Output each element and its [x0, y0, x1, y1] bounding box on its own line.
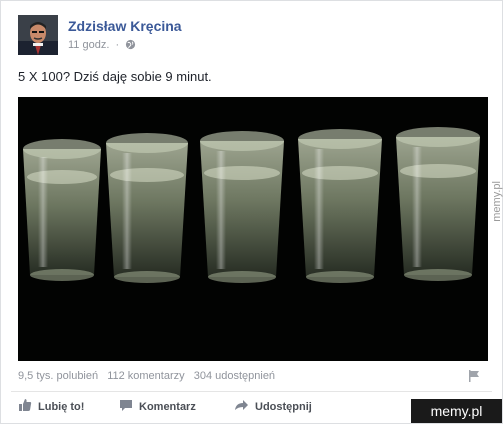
- comment-label: Komentarz: [139, 400, 196, 413]
- shot-glass-3: [200, 131, 284, 283]
- flag-icon[interactable]: [467, 369, 481, 388]
- post-time[interactable]: 11 godz.: [68, 39, 109, 51]
- thumbs-up-icon: [18, 398, 32, 415]
- corner-watermark: memy.pl: [411, 399, 502, 423]
- comments-count[interactable]: 112 komentarzy: [107, 370, 184, 382]
- shot-glass-2: [106, 133, 188, 283]
- post-text: 5 X 100? Dziś daję sobie 9 minut.: [18, 69, 212, 84]
- share-icon: [234, 398, 249, 415]
- post-stats: 9,5 tys. polubień 112 komentarzy 304 udo…: [18, 370, 281, 382]
- shot-glass-5: [396, 127, 480, 281]
- like-button[interactable]: Lubię to!: [18, 398, 84, 415]
- like-label: Lubię to!: [38, 400, 85, 413]
- side-watermark: memy.pl: [491, 181, 503, 222]
- post-photo[interactable]: [18, 97, 488, 361]
- meta-separator: ·: [115, 39, 120, 51]
- post-meta: 11 godz. ·: [68, 39, 136, 53]
- globe-icon: [125, 39, 136, 53]
- comment-icon: [119, 398, 133, 415]
- avatar[interactable]: [18, 15, 58, 55]
- share-label: Udostępnij: [255, 400, 312, 413]
- likes-count[interactable]: 9,5 tys. polubień: [18, 370, 98, 382]
- author-name[interactable]: Zdzisław Kręcina: [68, 18, 182, 34]
- comment-button[interactable]: Komentarz: [119, 398, 196, 415]
- actions-divider: [11, 391, 492, 392]
- shares-count[interactable]: 304 udostępnień: [194, 370, 275, 382]
- post-card: Zdzisław Kręcina 11 godz. · 5 X 100? Dzi…: [0, 0, 503, 424]
- share-button[interactable]: Udostępnij: [234, 398, 312, 415]
- shot-glass-4: [298, 129, 382, 283]
- shot-glass-1: [23, 139, 101, 281]
